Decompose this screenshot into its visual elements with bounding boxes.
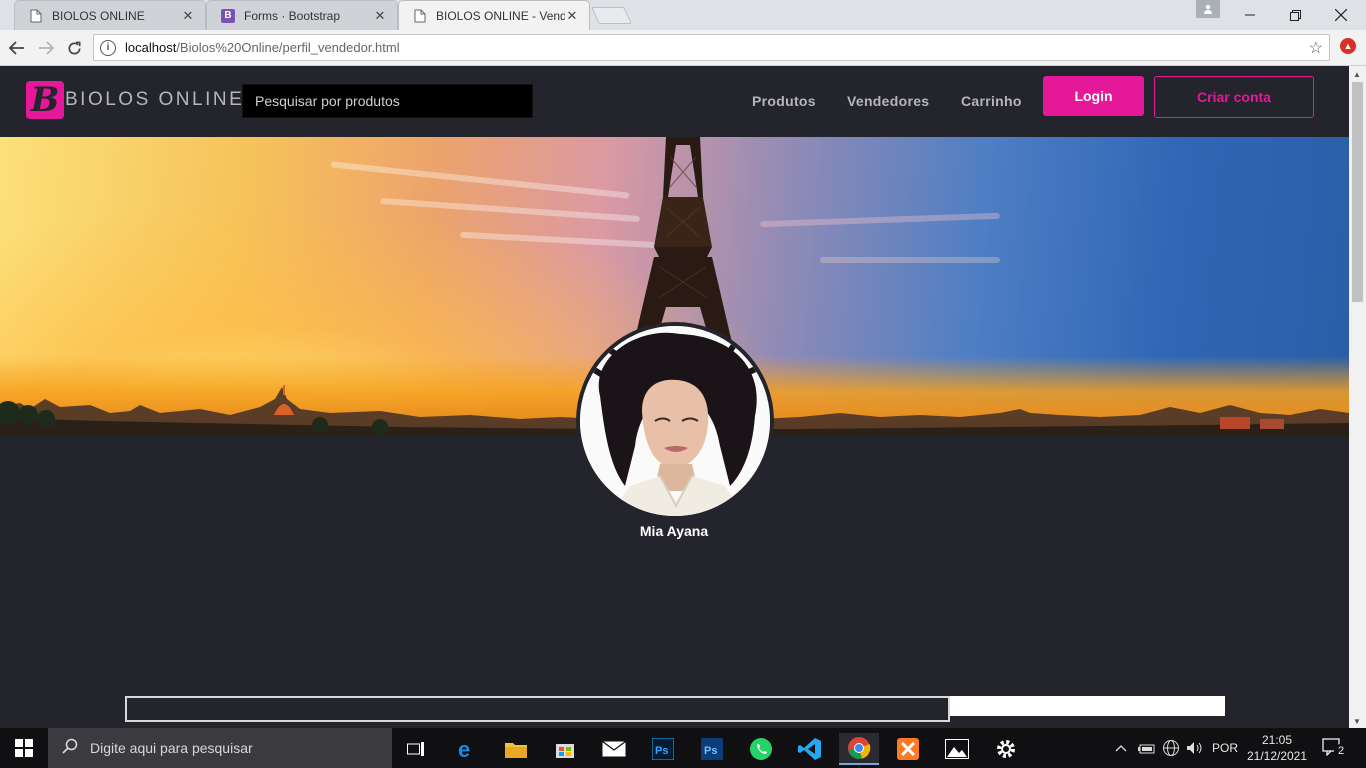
store-icon[interactable] xyxy=(545,733,585,765)
reload-icon[interactable] xyxy=(63,37,85,59)
browser-tab-1[interactable]: BIOLOS ONLINE ✕ xyxy=(14,0,206,30)
nav-link-produtos[interactable]: Produtos xyxy=(752,93,816,109)
close-tab-icon[interactable]: ✕ xyxy=(181,8,195,24)
profile-tab-active[interactable] xyxy=(125,696,950,722)
forward-icon[interactable] xyxy=(35,37,57,59)
back-icon[interactable] xyxy=(6,37,28,59)
settings-icon[interactable] xyxy=(986,733,1026,765)
browser-toolbar: i localhost/Biolos%20Online/perfil_vende… xyxy=(0,30,1366,66)
browser-tab-2[interactable]: B Forms · Bootstrap ✕ xyxy=(206,0,398,30)
scroll-down-icon[interactable]: ▼ xyxy=(1353,717,1361,726)
browser-tab-strip: BIOLOS ONLINE ✕ B Forms · Bootstrap ✕ BI… xyxy=(0,0,1366,31)
seller-avatar xyxy=(576,322,774,520)
whatsapp-icon[interactable] xyxy=(741,733,781,765)
url-host: localhost xyxy=(125,40,177,55)
svg-text:Ps: Ps xyxy=(704,745,717,757)
svg-text:Ps: Ps xyxy=(655,745,668,757)
action-center-icon[interactable]: 2 xyxy=(1322,738,1348,758)
file-explorer-icon[interactable] xyxy=(496,733,536,765)
create-account-button[interactable]: Criar conta xyxy=(1154,76,1314,118)
photoshop-icon[interactable]: Ps xyxy=(692,733,732,765)
bootstrap-icon: B xyxy=(221,8,235,23)
notification-count: 2 xyxy=(1334,744,1348,758)
clock-time: 21:05 xyxy=(1261,733,1293,747)
edge-icon[interactable]: e xyxy=(447,733,487,765)
language-indicator[interactable]: POR xyxy=(1212,728,1238,768)
restore-icon[interactable] xyxy=(1272,0,1318,30)
close-tab-icon[interactable]: ✕ xyxy=(373,8,387,24)
svg-text:e: e xyxy=(458,738,470,760)
tab-title: Forms · Bootstrap xyxy=(244,8,341,23)
address-bar[interactable]: i localhost/Biolos%20Online/perfil_vende… xyxy=(93,34,1330,61)
logo-text[interactable]: BIOLOS ONLINE xyxy=(65,89,244,111)
battery-icon[interactable] xyxy=(1138,728,1156,768)
seller-name: Mia Ayana xyxy=(639,523,709,539)
nav-link-vendedores[interactable]: Vendedores xyxy=(847,93,929,109)
extension-icon[interactable]: ▲ xyxy=(1340,38,1356,54)
page-scrollbar[interactable]: ▲ ▼ xyxy=(1349,66,1366,728)
windows-start-icon[interactable] xyxy=(0,728,48,768)
logo-icon[interactable]: B xyxy=(26,80,64,120)
page-viewport: B BIOLOS ONLINE Produtos Vendedores Carr… xyxy=(0,66,1349,728)
login-button[interactable]: Login xyxy=(1043,76,1144,116)
url-path: /Biolos%20Online/perfil_vendedor.html xyxy=(176,40,400,55)
site-info-icon[interactable]: i xyxy=(100,39,116,56)
profile-tab[interactable] xyxy=(950,696,1225,716)
profile-icon[interactable] xyxy=(1196,0,1220,18)
network-icon[interactable] xyxy=(1162,728,1180,768)
page-icon xyxy=(413,9,427,23)
page-icon xyxy=(29,9,43,23)
browser-tab-3[interactable]: BIOLOS ONLINE - Vende ✕ xyxy=(398,0,590,31)
chrome-icon[interactable] xyxy=(839,733,879,765)
search-icon xyxy=(62,738,78,758)
show-hidden-icons-icon[interactable] xyxy=(1115,728,1127,768)
volume-icon[interactable] xyxy=(1186,728,1204,768)
vscode-icon[interactable] xyxy=(790,733,830,765)
tab-title: BIOLOS ONLINE xyxy=(52,8,145,23)
close-window-icon[interactable] xyxy=(1318,0,1364,30)
site-navbar: B BIOLOS ONLINE Produtos Vendedores Carr… xyxy=(0,66,1349,137)
close-tab-icon[interactable]: ✕ xyxy=(565,8,579,24)
system-clock[interactable]: 21:05 21/12/2021 xyxy=(1244,732,1310,764)
scroll-up-icon[interactable]: ▲ xyxy=(1353,70,1361,79)
new-tab-button[interactable] xyxy=(591,7,632,24)
taskbar-search-placeholder: Digite aqui para pesquisar xyxy=(90,740,253,756)
photos-icon[interactable] xyxy=(937,733,977,765)
bookmark-star-icon[interactable]: ☆ xyxy=(1309,38,1323,58)
nav-link-carrinho[interactable]: Carrinho xyxy=(961,93,1022,109)
photoshop-icon[interactable]: Ps xyxy=(643,733,683,765)
windows-taskbar: Digite aqui para pesquisar e Ps Ps POR 2… xyxy=(0,728,1366,768)
tab-title: BIOLOS ONLINE - Vende xyxy=(436,9,565,23)
xampp-icon[interactable] xyxy=(888,733,928,765)
scrollbar-thumb[interactable] xyxy=(1352,82,1363,302)
task-view-icon[interactable] xyxy=(396,733,436,765)
clock-date: 21/12/2021 xyxy=(1246,749,1308,763)
taskbar-search-box[interactable]: Digite aqui para pesquisar xyxy=(48,728,392,768)
mail-icon[interactable] xyxy=(594,733,634,765)
minimize-icon[interactable] xyxy=(1227,0,1273,30)
product-search-input[interactable] xyxy=(242,84,533,118)
